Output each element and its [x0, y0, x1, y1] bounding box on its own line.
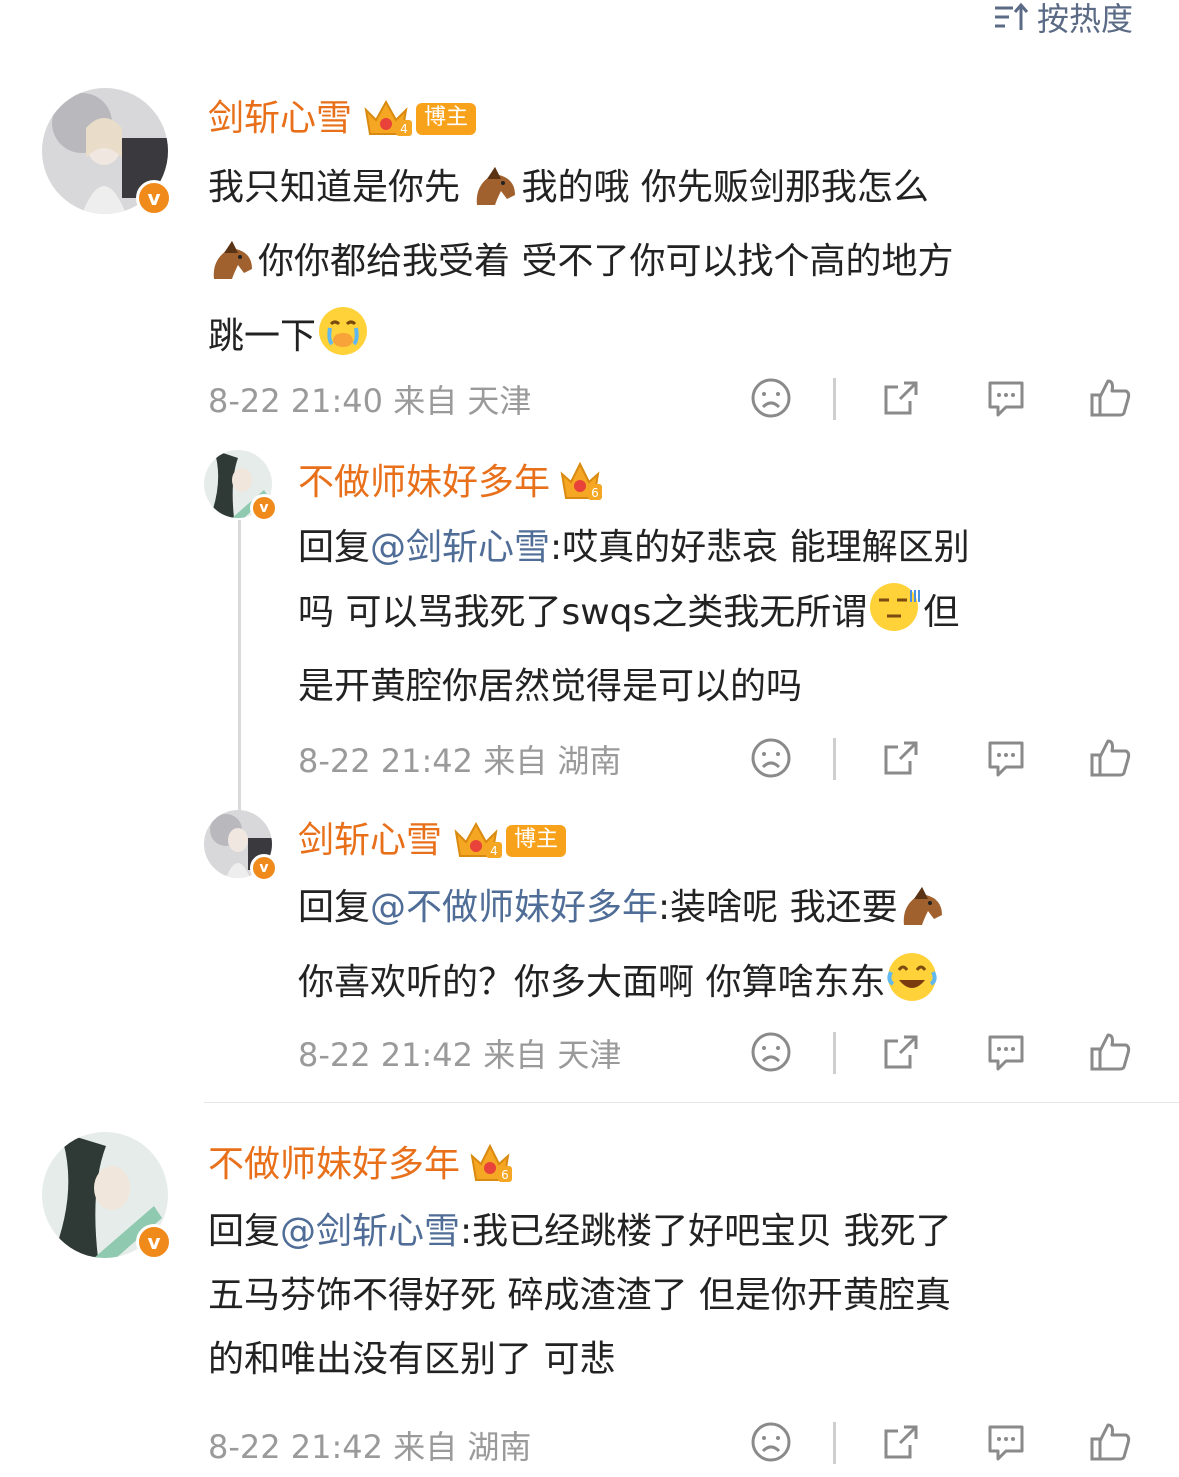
horse-emoji-icon: [898, 885, 948, 950]
username[interactable]: 不做师妹好多年: [298, 465, 550, 501]
sort-icon: [993, 2, 1029, 32]
comment-icon[interactable]: [984, 1031, 1028, 1077]
avatar[interactable]: v: [42, 1132, 172, 1260]
comment-meta: 8-22 21:42 来自 天津: [298, 1036, 622, 1074]
sort-by-hot-button[interactable]: 按热度: [993, 0, 1133, 38]
dislike-icon[interactable]: [750, 737, 792, 783]
crown-icon: 4: [362, 96, 420, 142]
author-tag: 博主: [506, 825, 567, 857]
dislike-icon[interactable]: [750, 1031, 792, 1077]
comment-icon[interactable]: [984, 1421, 1028, 1467]
username[interactable]: 剑斩心雪: [208, 101, 352, 137]
mention-link[interactable]: @剑斩心雪: [280, 1211, 460, 1252]
svg-text:6: 6: [501, 1168, 509, 1182]
action-divider: [833, 1422, 836, 1464]
action-divider: [833, 738, 836, 780]
comment-text: 回复@剑斩心雪:哎真的好悲哀 能理解区别 吗 可以骂我死了swqs之类我无所谓 …: [298, 527, 970, 707]
comment-meta: 8-22 21:42 来自 湖南: [298, 742, 622, 780]
avatar[interactable]: v: [204, 810, 278, 882]
cry-emoji-icon: [316, 304, 370, 379]
verified-badge-icon: v: [136, 1224, 172, 1260]
like-icon[interactable]: [1088, 1031, 1132, 1077]
mention-link[interactable]: @不做师妹好多年: [370, 887, 658, 928]
divider: [204, 1102, 1179, 1103]
comment-text: 回复@剑斩心雪:我已经跳楼了好吧宝贝 我死了 五马芬饰不得好死 碎成渣渣了 但是…: [208, 1211, 952, 1380]
username[interactable]: 不做师妹好多年: [208, 1147, 460, 1183]
comment-text: 回复@不做师妹好多年:装啥呢 我还要 你喜欢听的？你多大面啊 你算啥东东: [298, 876, 948, 1025]
share-icon[interactable]: [880, 1421, 922, 1467]
comment-icon[interactable]: [984, 377, 1028, 423]
verified-badge-icon: v: [136, 180, 172, 216]
crown-icon: 6: [470, 1142, 514, 1188]
share-icon[interactable]: [880, 377, 922, 423]
horse-emoji-icon: [471, 165, 521, 230]
share-icon[interactable]: [880, 737, 922, 783]
comment-text: 我只知道是你先 我的哦 你先贩剑那我怎么 你你都给我受着 受不了你可以找个高的地…: [208, 156, 953, 379]
action-divider: [833, 1032, 836, 1074]
comment-icon[interactable]: [984, 737, 1028, 783]
dislike-icon[interactable]: [750, 377, 792, 423]
like-icon[interactable]: [1088, 377, 1132, 423]
laugh-cry-emoji-icon: [885, 950, 941, 1025]
crown-icon: 4: [452, 818, 510, 864]
horse-emoji-icon: [208, 239, 258, 304]
verified-badge-icon: v: [250, 854, 278, 882]
username[interactable]: 剑斩心雪: [298, 823, 442, 859]
sort-label: 按热度: [1036, 0, 1133, 38]
like-icon[interactable]: [1088, 737, 1132, 783]
avatar[interactable]: v: [204, 450, 278, 522]
like-icon[interactable]: [1088, 1421, 1132, 1467]
avatar[interactable]: v: [42, 88, 172, 216]
svg-text:4: 4: [490, 844, 498, 858]
comment-meta: 8-22 21:42 来自 湖南: [208, 1428, 532, 1466]
comment-meta: 8-22 21:40 来自 天津: [208, 382, 532, 420]
share-icon[interactable]: [880, 1031, 922, 1077]
dislike-icon[interactable]: [750, 1421, 792, 1467]
thread-line: [238, 520, 241, 810]
verified-badge-icon: v: [250, 494, 278, 522]
author-tag: 博主: [416, 103, 477, 135]
speechless-emoji-icon: [867, 580, 923, 655]
mention-link[interactable]: @剑斩心雪: [370, 527, 550, 568]
action-divider: [833, 378, 836, 420]
svg-text:4: 4: [400, 122, 408, 136]
svg-text:6: 6: [591, 486, 599, 500]
crown-icon: 6: [560, 460, 604, 506]
